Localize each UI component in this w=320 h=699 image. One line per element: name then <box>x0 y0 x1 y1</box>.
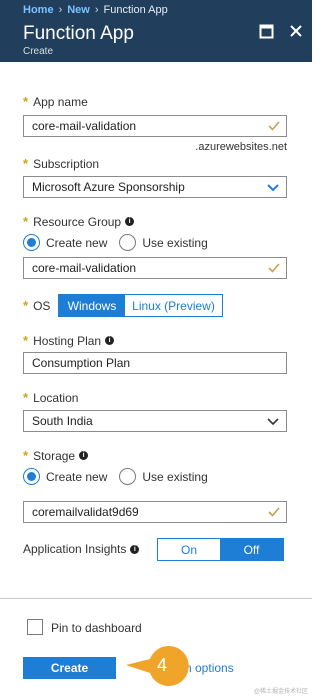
required-asterisk: * <box>23 390 29 405</box>
location-label: * Location <box>23 390 79 405</box>
os-option-windows[interactable]: Windows <box>59 295 125 316</box>
resource-group-create-new-option[interactable]: Create new <box>23 234 107 251</box>
watermark: @稀土掘金技术社区 <box>253 689 308 695</box>
step-callout-number: 4 <box>156 655 167 675</box>
close-icon[interactable] <box>289 24 303 38</box>
storage-input[interactable]: coremailvalidat9d69 <box>23 501 287 523</box>
app-insights-off[interactable]: Off <box>220 539 283 560</box>
required-asterisk: * <box>23 298 29 313</box>
hosting-plan-select[interactable]: Consumption Plan <box>23 352 287 374</box>
subscription-label: * Subscription <box>23 156 100 171</box>
chevron-down-icon <box>267 184 279 192</box>
maximize-icon[interactable] <box>259 24 274 39</box>
valid-check-icon <box>268 263 280 273</box>
info-icon[interactable]: i <box>105 336 115 345</box>
info-icon[interactable]: i <box>125 217 135 226</box>
pin-to-dashboard-label[interactable]: Pin to dashboard <box>51 621 142 635</box>
radio-unselected-icon[interactable] <box>119 468 137 485</box>
required-asterisk: * <box>23 333 29 348</box>
required-asterisk: * <box>23 94 29 109</box>
required-asterisk: * <box>23 214 29 229</box>
valid-check-icon <box>268 121 280 131</box>
resource-group-use-existing-option[interactable]: Use existing <box>119 234 208 251</box>
pin-to-dashboard-checkbox[interactable] <box>27 619 43 635</box>
app-name-label: * App name <box>23 94 88 109</box>
app-insights-label: Application Insights i <box>23 542 140 556</box>
subscription-select[interactable]: Microsoft Azure Sponsorship <box>23 176 287 198</box>
radio-selected-icon[interactable] <box>23 468 40 485</box>
resource-group-input[interactable]: core-mail-validation <box>23 257 287 279</box>
info-icon[interactable]: i <box>130 544 140 554</box>
hosting-plan-label: * Hosting Plan i <box>23 333 115 348</box>
os-toggle: Windows Linux (Preview) <box>58 294 223 317</box>
location-select[interactable]: South India <box>23 410 287 432</box>
storage-use-existing-option[interactable]: Use existing <box>119 468 208 485</box>
app-name-suffix: .azurewebsites.net <box>195 141 287 153</box>
storage-radio-group: Create new Use existing <box>23 468 220 485</box>
create-button[interactable]: Create <box>23 657 116 679</box>
storage-label: * Storage i <box>23 448 89 463</box>
info-icon[interactable]: i <box>79 451 89 460</box>
app-insights-on[interactable]: On <box>158 539 220 560</box>
required-asterisk: * <box>23 448 29 463</box>
breadcrumb-current: Function App <box>103 4 168 16</box>
radio-selected-icon[interactable] <box>23 234 40 251</box>
app-name-input[interactable]: core-mail-validation <box>23 115 287 137</box>
page-title: Function App <box>23 23 134 44</box>
os-option-linux[interactable]: Linux (Preview) <box>125 295 222 316</box>
breadcrumb-separator-icon: › <box>94 4 99 16</box>
blade-header: Home › New › Function App Function App Creat… <box>0 0 312 62</box>
page-subtitle: Create <box>23 46 54 57</box>
app-insights-toggle: On Off <box>157 538 284 561</box>
breadcrumb-new[interactable]: New <box>67 4 90 16</box>
storage-create-new-option[interactable]: Create new <box>23 468 107 485</box>
chevron-down-icon <box>267 418 279 426</box>
resource-group-label: * Resource Group i <box>23 214 135 229</box>
valid-check-icon <box>268 507 280 517</box>
resource-group-radio-group: Create new Use existing <box>23 234 220 251</box>
required-asterisk: * <box>23 156 29 171</box>
radio-unselected-icon[interactable] <box>119 234 137 251</box>
breadcrumb: Home › New › Function App <box>23 4 168 16</box>
footer-divider <box>0 598 312 599</box>
os-label: * OS <box>23 298 51 313</box>
breadcrumb-separator-icon: › <box>58 4 63 16</box>
breadcrumb-home[interactable]: Home <box>23 4 54 16</box>
